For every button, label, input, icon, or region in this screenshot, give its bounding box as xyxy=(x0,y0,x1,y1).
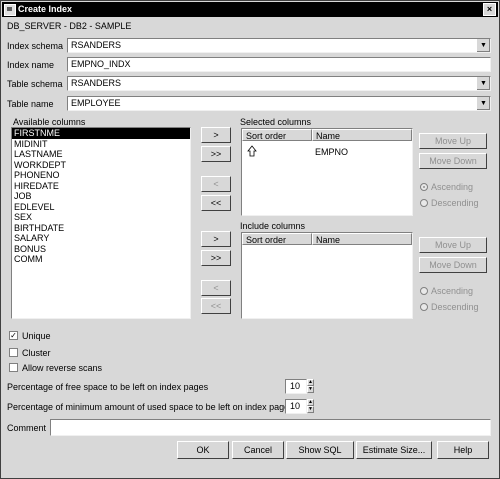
ascending-include-label: Ascending xyxy=(431,286,474,296)
cluster-checkbox[interactable] xyxy=(9,348,18,357)
remove-all-include-button[interactable]: << xyxy=(201,298,231,314)
list-item[interactable]: BONUS xyxy=(12,244,190,255)
table-schema-combo[interactable]: RSANDERS ▼ xyxy=(67,76,491,91)
descending-include-label: Descending xyxy=(431,302,479,312)
descending-include-radio[interactable] xyxy=(420,303,428,311)
add-include-button[interactable]: > xyxy=(201,231,231,247)
free-space-label: Percentage of free space to be left on i… xyxy=(7,382,209,392)
chevron-down-icon[interactable]: ▼ xyxy=(476,39,490,52)
free-space-input[interactable]: 10 xyxy=(285,379,307,394)
index-name-label: Index name xyxy=(7,60,55,70)
list-item[interactable]: SALARY xyxy=(12,233,190,244)
up-arrow-icon[interactable] xyxy=(247,145,257,159)
cluster-label: Cluster xyxy=(22,348,51,358)
help-button[interactable]: Help xyxy=(437,441,489,459)
unique-checkbox[interactable]: ✓ xyxy=(9,331,18,340)
move-up-include-button[interactable]: Move Up xyxy=(419,237,487,253)
add-selected-button[interactable]: > xyxy=(201,127,231,143)
ascending-include-radio[interactable] xyxy=(420,287,428,295)
list-item[interactable]: BIRTHDATE xyxy=(12,223,190,234)
table-schema-label: Table schema xyxy=(7,79,63,89)
spin-up-icon[interactable]: ▲ xyxy=(307,399,314,406)
title-bar: Create Index × xyxy=(2,2,498,17)
include-columns-label: Include columns xyxy=(240,221,306,231)
include-columns-table[interactable]: Sort order Name xyxy=(241,232,413,319)
list-item[interactable]: COMM xyxy=(12,254,190,265)
ascending-selected-radio[interactable] xyxy=(420,183,428,191)
window-title: Create Index xyxy=(18,4,73,14)
index-schema-label: Index schema xyxy=(7,41,64,51)
move-down-include-button[interactable]: Move Down xyxy=(419,257,487,273)
breadcrumb: DB_SERVER - DB2 - SAMPLE xyxy=(7,21,132,31)
ok-button[interactable]: OK xyxy=(177,441,229,459)
list-item[interactable]: FIRSTNME xyxy=(12,128,190,139)
sort-order-header[interactable]: Sort order xyxy=(242,233,312,245)
selected-columns-label: Selected columns xyxy=(240,117,312,127)
comment-label: Comment xyxy=(7,423,47,433)
ascending-selected-label: Ascending xyxy=(431,182,474,192)
list-item[interactable]: HIREDATE xyxy=(12,181,190,192)
remove-all-selected-button[interactable]: << xyxy=(201,195,231,211)
min-used-space-input[interactable]: 10 xyxy=(285,399,307,414)
spin-down-icon[interactable]: ▼ xyxy=(307,386,314,393)
sort-order-header[interactable]: Sort order xyxy=(242,129,312,141)
descending-selected-label: Descending xyxy=(431,198,479,208)
available-columns-list[interactable]: FIRSTNME MIDINIT LASTNAME WORKDEPT PHONE… xyxy=(11,127,191,319)
cancel-button[interactable]: Cancel xyxy=(232,441,284,459)
move-down-selected-button[interactable]: Move Down xyxy=(419,153,487,169)
unique-label: Unique xyxy=(22,331,51,341)
remove-include-button[interactable]: < xyxy=(201,280,231,296)
name-header[interactable]: Name xyxy=(312,233,412,245)
min-used-space-label: Percentage of minimum amount of used spa… xyxy=(7,402,294,412)
list-item[interactable]: EDLEVEL xyxy=(12,202,190,213)
table-name-combo[interactable]: EMPLOYEE ▼ xyxy=(67,96,491,111)
comment-input[interactable] xyxy=(50,419,491,436)
chevron-down-icon[interactable]: ▼ xyxy=(476,77,490,90)
window-icon xyxy=(4,4,16,16)
list-item[interactable]: LASTNAME xyxy=(12,149,190,160)
min-used-space-spinner[interactable]: ▲ ▼ xyxy=(307,399,314,415)
remove-selected-button[interactable]: < xyxy=(201,176,231,192)
list-item[interactable]: JOB xyxy=(12,191,190,202)
table-name-value: EMPLOYEE xyxy=(71,98,121,108)
index-name-input[interactable]: EMPNO_INDX xyxy=(67,57,491,72)
selected-column-name[interactable]: EMPNO xyxy=(315,147,348,157)
spin-up-icon[interactable]: ▲ xyxy=(307,379,314,386)
add-all-include-button[interactable]: >> xyxy=(201,250,231,266)
show-sql-button[interactable]: Show SQL xyxy=(286,441,354,459)
free-space-spinner[interactable]: ▲ ▼ xyxy=(307,379,314,395)
list-item[interactable]: MIDINIT xyxy=(12,139,190,150)
close-icon[interactable]: × xyxy=(483,3,496,16)
table-name-label: Table name xyxy=(7,99,54,109)
name-header[interactable]: Name xyxy=(312,129,412,141)
allow-reverse-scans-label: Allow reverse scans xyxy=(22,363,103,373)
list-item[interactable]: PHONENO xyxy=(12,170,190,181)
list-item[interactable]: WORKDEPT xyxy=(12,160,190,171)
estimate-size-button[interactable]: Estimate Size... xyxy=(356,441,432,459)
table-schema-value: RSANDERS xyxy=(71,78,122,88)
index-schema-value: RSANDERS xyxy=(71,40,122,50)
allow-reverse-scans-checkbox[interactable] xyxy=(9,363,18,372)
available-columns-label: Available columns xyxy=(13,117,86,127)
descending-selected-radio[interactable] xyxy=(420,199,428,207)
create-index-dialog: Create Index × DB_SERVER - DB2 - SAMPLE … xyxy=(0,0,500,479)
index-schema-combo[interactable]: RSANDERS ▼ xyxy=(67,38,491,53)
add-all-selected-button[interactable]: >> xyxy=(201,146,231,162)
spin-down-icon[interactable]: ▼ xyxy=(307,406,314,413)
selected-columns-table[interactable]: Sort order Name EMPNO xyxy=(241,128,413,216)
chevron-down-icon[interactable]: ▼ xyxy=(476,97,490,110)
list-item[interactable]: SEX xyxy=(12,212,190,223)
move-up-selected-button[interactable]: Move Up xyxy=(419,133,487,149)
